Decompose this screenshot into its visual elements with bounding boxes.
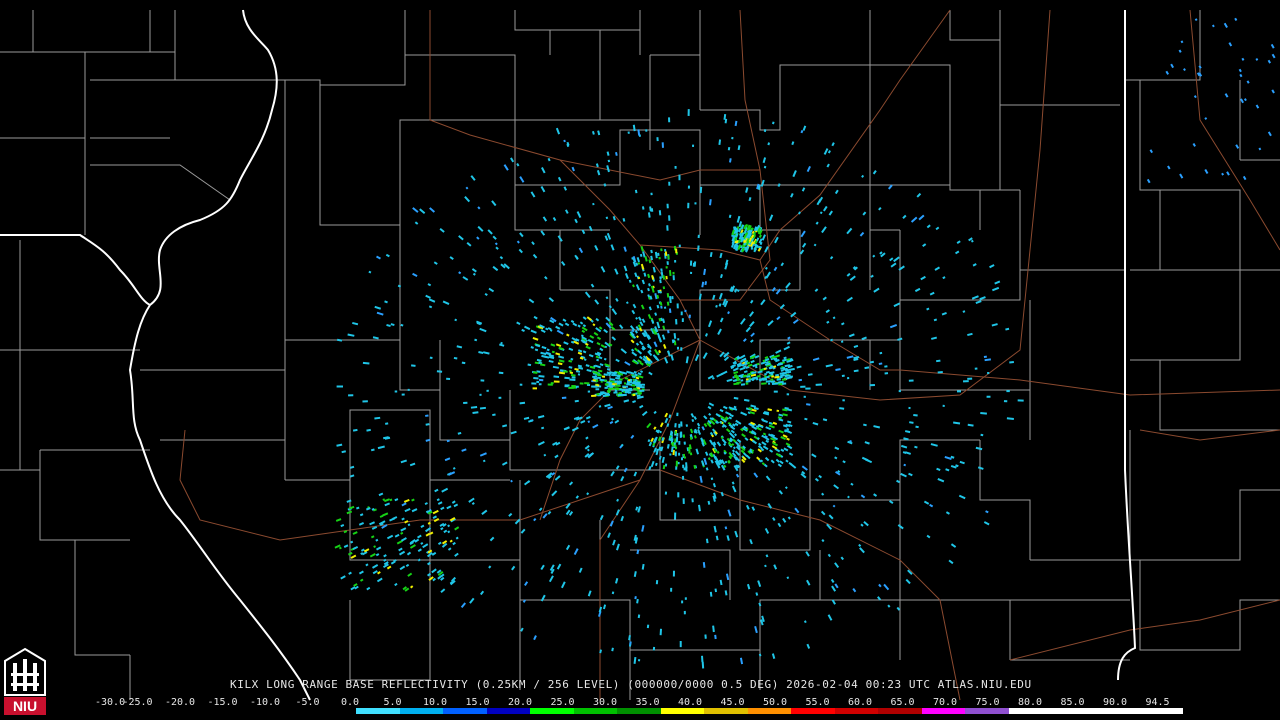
scale-tick-label: 45.0	[720, 697, 745, 708]
scale-color-swatch	[747, 708, 792, 714]
scale-color-swatch	[1095, 708, 1140, 714]
scale-tick-label: -30.0	[95, 697, 126, 708]
scale-tick-label: 35.0	[635, 697, 660, 708]
scale-color-swatch	[834, 708, 879, 714]
scale-tick-label: -10.0	[249, 697, 281, 708]
scale-color-swatch	[1052, 708, 1096, 714]
scale-tick-label: -25.0	[122, 697, 153, 708]
niu-logo-text: NIU	[13, 698, 37, 714]
scale-tick-label: 65.0	[890, 697, 915, 708]
scale-tick-label: 90.0	[1102, 697, 1128, 708]
scale-color-swatch	[225, 708, 270, 714]
scale-tick-label: 0.0	[340, 697, 360, 708]
scale-tick-label: 5.0	[383, 697, 402, 708]
radar-map	[0, 0, 1280, 720]
scale-color-swatch	[921, 708, 966, 714]
scale-tick-label: -15.0	[207, 697, 238, 708]
scale-tick-label: 60.0	[847, 697, 873, 708]
scale-color-swatch	[356, 708, 400, 714]
scale-tick-label: -5.0	[295, 697, 320, 708]
scale-color-swatch	[443, 708, 487, 714]
scale-tick-label: 10.0	[422, 697, 448, 708]
scale-color-swatch	[791, 708, 835, 714]
scale-color-swatch	[399, 708, 444, 714]
scale-color-swatch	[486, 708, 531, 714]
scale-color-swatch	[965, 708, 1009, 714]
scale-tick-label: 30.0	[592, 697, 618, 708]
scale-tick-label: 25.0	[550, 697, 575, 708]
scale-color-bar	[95, 708, 1183, 714]
scale-color-swatch	[660, 708, 705, 714]
scale-color-swatch	[704, 708, 748, 714]
scale-color-swatch	[269, 708, 313, 714]
scale-tick-label: 94.5	[1145, 697, 1170, 708]
scale-tick-label: 85.0	[1060, 697, 1085, 708]
scale-color-swatch	[182, 708, 226, 714]
scale-tick-label: -20.0	[164, 697, 196, 708]
scale-tick-label: 55.0	[805, 697, 830, 708]
scale-tick-label: 20.0	[507, 697, 533, 708]
scale-color-swatch	[1008, 708, 1053, 714]
scale-color-swatch	[1139, 708, 1183, 714]
niu-logo: NIU	[4, 647, 46, 715]
scale-color-swatch	[138, 708, 183, 714]
scale-color-swatch	[617, 708, 661, 714]
scale-tick-label: 15.0	[465, 697, 490, 708]
scale-color-swatch	[878, 708, 922, 714]
scale-color-swatch	[95, 708, 139, 714]
product-caption: KILX LONG RANGE BASE REFLECTIVITY (0.25K…	[230, 678, 1032, 691]
scale-color-swatch	[312, 708, 357, 714]
scale-tick-label: 75.0	[975, 697, 1000, 708]
scale-tick-label: 80.0	[1017, 697, 1043, 708]
scale-tick-label: 40.0	[677, 697, 703, 708]
scale-tick-label: 70.0	[932, 697, 958, 708]
scale-color-swatch	[573, 708, 618, 714]
color-scale: -30.0 -25.0 -20.0 -15.0 -10.0 -5.0 0.0 5.0 10.0 1…	[95, 697, 1195, 717]
scale-tick-labels: -30.0 -25.0 -20.0 -15.0 -10.0 -5.0 0.0 5.0 10.0 1…	[95, 697, 1195, 708]
scale-tick-label: 50.0	[762, 697, 788, 708]
scale-color-swatch	[530, 708, 574, 714]
